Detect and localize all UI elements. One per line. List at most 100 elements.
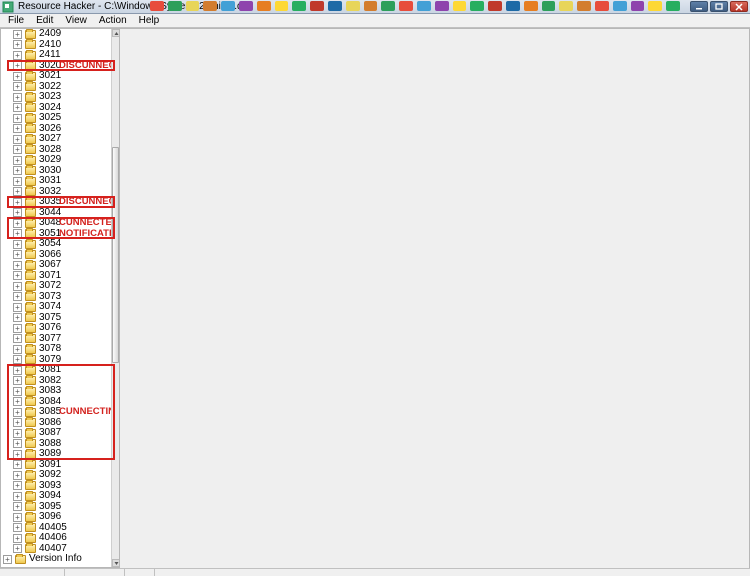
- maximize-button[interactable]: [710, 1, 728, 12]
- expand-icon[interactable]: [13, 292, 22, 301]
- tree-node-40406[interactable]: 40406: [1, 533, 111, 544]
- expand-icon[interactable]: [13, 229, 22, 238]
- expand-icon[interactable]: [13, 460, 22, 469]
- background-task-icon: [364, 1, 378, 11]
- expand-icon[interactable]: [13, 72, 22, 81]
- tree-node-3087[interactable]: 3087: [1, 428, 111, 439]
- tree-node-3096[interactable]: 3096: [1, 512, 111, 523]
- expand-icon[interactable]: [13, 429, 22, 438]
- expand-icon[interactable]: [13, 366, 22, 375]
- tree-node-label: 3081: [39, 365, 61, 376]
- tree-scrollbar[interactable]: [111, 29, 119, 567]
- expand-icon[interactable]: [13, 492, 22, 501]
- menu-help[interactable]: Help: [133, 14, 166, 28]
- tree-node-3089[interactable]: 3089: [1, 449, 111, 460]
- expand-icon[interactable]: [13, 166, 22, 175]
- expand-icon[interactable]: [13, 177, 22, 186]
- expand-icon[interactable]: [13, 82, 22, 91]
- tree-node-2409[interactable]: 2409: [1, 29, 111, 40]
- folder-icon: [25, 156, 36, 165]
- expand-icon[interactable]: [13, 450, 22, 459]
- expand-icon[interactable]: [13, 334, 22, 343]
- menu-action[interactable]: Action: [93, 14, 133, 28]
- background-task-icon: [435, 1, 449, 11]
- background-task-icon: [417, 1, 431, 11]
- expand-icon[interactable]: [13, 471, 22, 480]
- expand-icon[interactable]: [13, 124, 22, 133]
- tree-node-3076[interactable]: 3076: [1, 323, 111, 334]
- expand-icon[interactable]: [13, 397, 22, 406]
- expand-icon[interactable]: [13, 114, 22, 123]
- expand-icon[interactable]: [13, 240, 22, 249]
- expand-icon[interactable]: [13, 513, 22, 522]
- expand-icon[interactable]: [13, 376, 22, 385]
- tree-node-3025[interactable]: 3025: [1, 113, 111, 124]
- expand-icon[interactable]: [13, 261, 22, 270]
- expand-icon[interactable]: [13, 30, 22, 39]
- expand-icon[interactable]: [13, 387, 22, 396]
- expand-icon[interactable]: [13, 103, 22, 112]
- tree-node-3083[interactable]: 3083: [1, 386, 111, 397]
- minimize-button[interactable]: [690, 1, 708, 12]
- expand-icon[interactable]: [13, 523, 22, 532]
- tree-node-3094[interactable]: 3094: [1, 491, 111, 502]
- expand-icon[interactable]: [13, 534, 22, 543]
- tree-node-3072[interactable]: 3072: [1, 281, 111, 292]
- tree-node-3074[interactable]: 3074: [1, 302, 111, 313]
- expand-icon[interactable]: [13, 40, 22, 49]
- background-task-icon: [381, 1, 395, 11]
- menu-edit[interactable]: Edit: [30, 14, 59, 28]
- expand-icon[interactable]: [13, 355, 22, 364]
- tree-node-3081[interactable]: 3081: [1, 365, 111, 376]
- expand-icon[interactable]: [13, 51, 22, 60]
- expand-icon[interactable]: [13, 313, 22, 322]
- expand-icon[interactable]: [13, 439, 22, 448]
- expand-icon[interactable]: [13, 135, 22, 144]
- expand-icon[interactable]: [13, 345, 22, 354]
- tree-node-3021[interactable]: 3021: [1, 71, 111, 82]
- expand-icon[interactable]: [13, 61, 22, 70]
- tree-node-3054[interactable]: 3054: [1, 239, 111, 250]
- scroll-thumb[interactable]: [112, 147, 119, 362]
- expand-icon[interactable]: [3, 555, 12, 564]
- tree-node-3029[interactable]: 3029: [1, 155, 111, 166]
- menu-file[interactable]: File: [2, 14, 30, 28]
- scroll-up-button[interactable]: [112, 29, 119, 37]
- tree-panel: 240924102411DISCUNNECTED3020302130223023…: [0, 28, 120, 568]
- app-name-label: Resource Hacker: [18, 1, 95, 12]
- tree-node-3092[interactable]: 3092: [1, 470, 111, 481]
- expand-icon[interactable]: [13, 187, 22, 196]
- expand-icon[interactable]: [13, 408, 22, 417]
- close-button[interactable]: [730, 1, 748, 12]
- expand-icon[interactable]: [13, 208, 22, 217]
- tree-node-3067[interactable]: 3067: [1, 260, 111, 271]
- expand-icon[interactable]: [13, 502, 22, 511]
- expand-icon[interactable]: [13, 156, 22, 165]
- expand-icon[interactable]: [13, 250, 22, 259]
- status-cell-2: [65, 569, 125, 576]
- expand-icon[interactable]: [13, 93, 22, 102]
- expand-icon[interactable]: [13, 481, 22, 490]
- tree-node-3027[interactable]: 3027: [1, 134, 111, 145]
- menu-view[interactable]: View: [59, 14, 93, 28]
- tree-node-2411[interactable]: 2411: [1, 50, 111, 61]
- expand-icon[interactable]: [13, 271, 22, 280]
- expand-icon[interactable]: [13, 219, 22, 228]
- tree-node-Version Info[interactable]: Version Info: [1, 554, 111, 565]
- expand-icon[interactable]: [13, 418, 22, 427]
- scroll-down-button[interactable]: [112, 559, 119, 567]
- expand-icon[interactable]: [13, 324, 22, 333]
- tree-node-3023[interactable]: 3023: [1, 92, 111, 103]
- tree-node-3078[interactable]: 3078: [1, 344, 111, 355]
- tree-node-3031[interactable]: 3031: [1, 176, 111, 187]
- folder-icon: [25, 114, 36, 123]
- expand-icon[interactable]: [13, 544, 22, 553]
- expand-icon[interactable]: [13, 198, 22, 207]
- folder-icon: [25, 523, 36, 532]
- expand-icon[interactable]: [13, 145, 22, 154]
- tree-node-label: 3085: [39, 407, 61, 418]
- resource-tree[interactable]: 240924102411DISCUNNECTED3020302130223023…: [1, 29, 111, 567]
- expand-icon[interactable]: [13, 282, 22, 291]
- tree-node-label: 3089: [39, 449, 61, 460]
- expand-icon[interactable]: [13, 303, 22, 312]
